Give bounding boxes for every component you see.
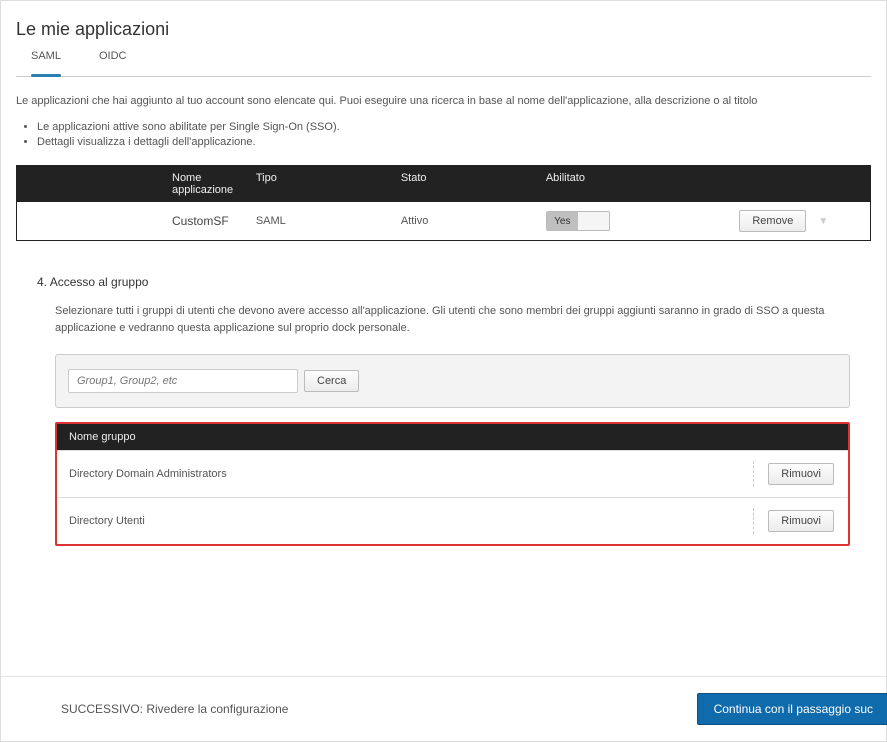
group-table: Nome gruppo Directory Domain Administrat… [55,422,850,546]
app-type: SAML [256,215,401,227]
intro-bullets: Le applicazioni attive sono abilitate pe… [1,115,886,165]
step-group-access: 4. Accesso al gruppo Selezionare tutti i… [37,275,850,546]
group-name: Directory Utenti [69,515,145,527]
group-row: Directory Domain Administrators Rimuovi [57,450,848,497]
enabled-toggle[interactable]: Yes [546,211,610,231]
applications-table-header: Nome applicazione Tipo Stato Abilitato [17,166,870,202]
toggle-yes-label: Yes [547,212,578,230]
remove-group-button[interactable]: Rimuovi [768,510,834,532]
tab-bar: SAML OIDC [16,50,871,77]
divider [753,461,754,487]
group-name: Directory Domain Administrators [69,468,227,480]
next-step-label: SUCCESSIVO: Rivedere la configurazione [61,702,288,716]
page-title: Le mie applicazioni [1,1,886,50]
remove-app-button[interactable]: Remove [739,210,806,232]
bullet-details: Dettagli visualizza i dettagli dell'appl… [37,136,886,148]
group-search-button[interactable]: Cerca [304,370,359,392]
group-search-input[interactable] [68,369,298,393]
col-header-name: Nome applicazione [17,172,256,196]
app-name: CustomSF [17,214,256,228]
group-row: Directory Utenti Rimuovi [57,497,848,544]
step-number: 4. [37,275,47,289]
expand-chevron-icon[interactable]: ▼ [818,216,828,227]
toggle-blank [578,212,609,230]
continue-button[interactable]: Continua con il passaggio suc [697,693,887,725]
col-header-state: Stato [401,172,546,196]
group-search-panel: Cerca [55,354,850,408]
bullet-sso: Le applicazioni attive sono abilitate pe… [37,121,886,133]
tab-oidc[interactable]: OIDC [99,50,127,68]
step-description: Selezionare tutti i gruppi di utenti che… [55,303,850,336]
col-header-type: Tipo [256,172,401,196]
application-row: CustomSF SAML Attivo Yes Remove ▼ [17,202,870,240]
step-title-text: Accesso al gruppo [50,275,149,289]
group-table-header: Nome gruppo [57,424,848,450]
tab-saml[interactable]: SAML [31,50,61,68]
wizard-footer: SUCCESSIVO: Rivedere la configurazione C… [1,676,886,741]
divider [753,508,754,534]
applications-table: Nome applicazione Tipo Stato Abilitato C… [16,165,871,241]
intro-text: Le applicazioni che hai aggiunto al tuo … [1,95,886,115]
remove-group-button[interactable]: Rimuovi [768,463,834,485]
col-header-enabled: Abilitato [546,172,700,196]
app-state: Attivo [401,215,546,227]
step-title: 4. Accesso al gruppo [37,275,850,289]
